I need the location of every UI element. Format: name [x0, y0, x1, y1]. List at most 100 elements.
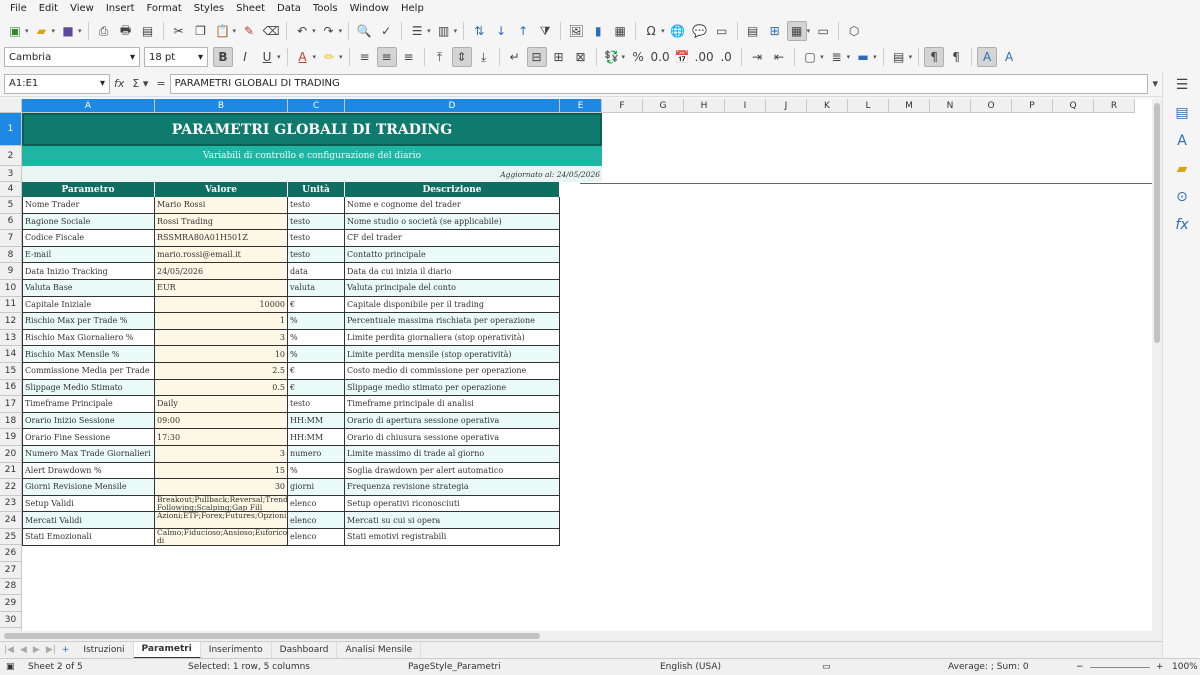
undo-dropdown[interactable]: ▾: [312, 27, 316, 35]
zoom-slider[interactable]: [1090, 667, 1150, 668]
right-to-left-icon[interactable]: ¶: [946, 47, 966, 67]
split-window-icon[interactable]: ▦: [786, 21, 807, 41]
first-sheet-icon[interactable]: |◀: [4, 645, 14, 655]
table-cell[interactable]: HH:MM: [288, 412, 345, 430]
last-sheet-icon[interactable]: ▶|: [46, 645, 56, 655]
column-header-o[interactable]: O: [971, 99, 1012, 113]
functions-icon[interactable]: fx: [1163, 211, 1200, 239]
column-header-d[interactable]: D: [345, 99, 560, 113]
paste-dropdown[interactable]: ▾: [233, 27, 237, 35]
new-dropdown[interactable]: ▾: [25, 27, 29, 35]
table-cell[interactable]: 2.5: [155, 363, 288, 380]
add-sheet-icon[interactable]: +: [62, 645, 70, 655]
table-cell[interactable]: HH:MM: [288, 429, 345, 446]
table-cell[interactable]: data: [288, 263, 345, 280]
menu-view[interactable]: View: [64, 3, 100, 14]
table-cell[interactable]: Capitale disponibile per il trading: [345, 296, 560, 314]
table-cell[interactable]: 17:30: [155, 429, 288, 446]
row-header-27[interactable]: 27: [0, 562, 22, 579]
table-cell[interactable]: Commissione Media per Trade: [22, 363, 155, 380]
menu-icon[interactable]: ☰: [1163, 71, 1200, 99]
zoom-in-icon[interactable]: +: [1156, 662, 1164, 672]
row-header-23[interactable]: 23: [0, 495, 22, 513]
column-header-l[interactable]: L: [848, 99, 889, 113]
table-cell[interactable]: Mercati su cui si opera: [345, 512, 560, 529]
table-cell[interactable]: Calmo;Fiducioso;Ansioso;Euforico;Frustra…: [155, 529, 288, 546]
table-cell[interactable]: Codice Fiscale: [22, 230, 155, 247]
menu-help[interactable]: Help: [395, 3, 430, 14]
table-cell[interactable]: Azioni;ETF;Forex;Futures;Opzioni;Cripto;…: [155, 512, 288, 529]
row-header-10[interactable]: 10: [0, 279, 22, 297]
open-icon[interactable]: ▰: [32, 21, 52, 41]
row-header-17[interactable]: 17: [0, 396, 22, 413]
paste-icon[interactable]: 📋: [213, 21, 233, 41]
table-cell[interactable]: Numero Max Trade Giornalieri: [22, 446, 155, 463]
export-pdf-icon[interactable]: ⎙: [94, 21, 114, 41]
underline-icon[interactable]: U: [257, 47, 277, 67]
table-cell[interactable]: Limite perdita mensile (stop operatività…: [345, 346, 560, 363]
table-cell[interactable]: Data Inizio Tracking: [22, 263, 155, 280]
chevron-down-icon[interactable]: ▾: [198, 52, 203, 63]
conditional-format-icon[interactable]: ▤: [889, 47, 909, 67]
row-header-3[interactable]: 3: [0, 166, 22, 182]
percent-format-icon[interactable]: %: [628, 47, 648, 67]
wrap-text-icon[interactable]: ↵: [505, 47, 525, 67]
chevron-down-icon[interactable]: ▾: [130, 52, 135, 63]
table-cell[interactable]: EUR: [155, 280, 288, 297]
formula-input[interactable]: PARAMETRI GLOBALI DI TRADING: [169, 73, 1149, 94]
select-all-corner[interactable]: [0, 99, 22, 113]
vertical-scroll-thumb[interactable]: [1154, 103, 1160, 343]
sort-ascending-icon[interactable]: ↓: [491, 21, 511, 41]
print-preview-icon[interactable]: ▤: [138, 21, 158, 41]
row-header-6[interactable]: 6: [0, 213, 22, 231]
sheet-tab-istruzioni[interactable]: Istruzioni: [75, 641, 134, 659]
table-cell[interactable]: Valuta principale del conto: [345, 280, 560, 297]
column-icon[interactable]: ▥: [434, 21, 454, 41]
row-header-22[interactable]: 22: [0, 479, 22, 496]
table-cell[interactable]: Rossi Trading: [155, 213, 288, 231]
column-header-q[interactable]: Q: [1053, 99, 1094, 113]
table-cell[interactable]: testo: [288, 246, 345, 264]
table-cell[interactable]: Setup Validi: [22, 495, 155, 513]
align-bottom-icon[interactable]: ⤓: [474, 47, 494, 67]
merge-center-icon[interactable]: ⊟: [526, 47, 547, 67]
table-header-cell[interactable]: Unità: [288, 182, 345, 197]
horizontal-scroll-thumb[interactable]: [4, 633, 540, 639]
table-cell[interactable]: testo: [288, 230, 345, 247]
sort-icon[interactable]: ⇅: [469, 21, 489, 41]
text-vertical-icon[interactable]: A: [999, 47, 1019, 67]
table-cell[interactable]: 10000: [155, 296, 288, 314]
align-top-icon[interactable]: ⤒: [430, 47, 450, 67]
next-sheet-icon[interactable]: ▶: [33, 645, 40, 655]
decrease-indent-icon[interactable]: ⇤: [769, 47, 789, 67]
freeze-rows-columns-icon[interactable]: ⊞: [765, 21, 785, 41]
number-format-icon[interactable]: 0.0: [650, 47, 670, 67]
table-cell[interactable]: testo: [288, 213, 345, 231]
table-cell[interactable]: Percentuale massima rischiata per operaz…: [345, 313, 560, 330]
redo-icon[interactable]: ↷: [319, 21, 339, 41]
special-character-icon[interactable]: Ω: [641, 21, 661, 41]
table-cell[interactable]: Breakout;Pullback;Reversal;Trend Followi…: [155, 495, 288, 513]
cut-icon[interactable]: ✂: [169, 21, 189, 41]
table-cell[interactable]: Capitale Iniziale: [22, 296, 155, 314]
table-cell[interactable]: Timeframe principale di analisi: [345, 396, 560, 413]
previous-sheet-icon[interactable]: ◀: [20, 645, 27, 655]
redo-dropdown[interactable]: ▾: [339, 27, 343, 35]
table-header-cell[interactable]: Parametro: [22, 182, 155, 197]
row-icon[interactable]: ☰: [407, 21, 427, 41]
table-cell[interactable]: Valuta Base: [22, 280, 155, 297]
column-header-g[interactable]: G: [643, 99, 684, 113]
table-cell[interactable]: Mario Rossi: [155, 197, 288, 214]
define-print-area-icon[interactable]: ▤: [743, 21, 763, 41]
table-cell[interactable]: Orario di chiusura sessione operativa: [345, 429, 560, 446]
row-header-19[interactable]: 19: [0, 429, 22, 446]
show-draw-functions-icon[interactable]: ▭: [813, 21, 833, 41]
horizontal-scrollbar[interactable]: [0, 631, 1162, 641]
table-cell[interactable]: Nome Trader: [22, 197, 155, 214]
name-box[interactable]: A1:E1 ▾: [4, 73, 110, 94]
autofilter-icon[interactable]: ⧩: [535, 21, 555, 41]
date-format-icon[interactable]: 📅: [672, 47, 692, 67]
table-cell[interactable]: Setup operativi riconosciuti: [345, 495, 560, 513]
row-header-20[interactable]: 20: [0, 445, 22, 463]
table-cell[interactable]: Limite perdita giornaliera (stop operati…: [345, 329, 560, 347]
